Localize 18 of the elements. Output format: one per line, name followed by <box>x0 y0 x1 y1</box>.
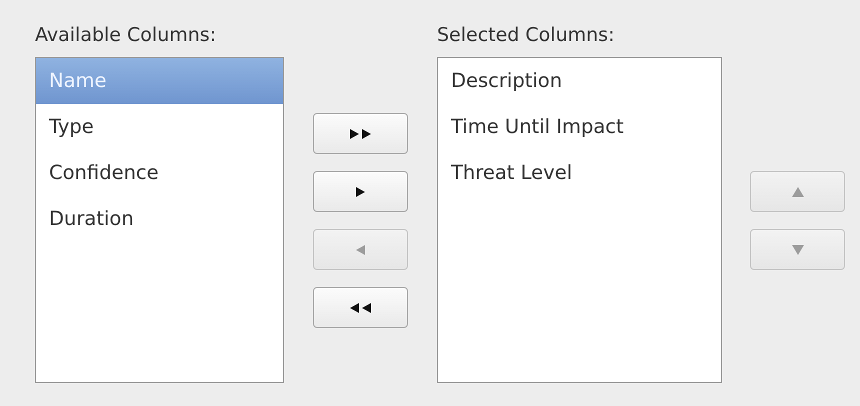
up-triangle-icon <box>792 186 804 196</box>
column-list[interactable]: Description Time Until Impact Threat Level <box>437 57 722 383</box>
double-right-triangle-icon <box>350 128 372 138</box>
list-item[interactable]: Threat Level <box>438 150 721 196</box>
down-triangle-icon <box>792 244 804 254</box>
column-list[interactable]: Name Type Confidence Duration <box>35 57 284 383</box>
list-label: Available Columns: <box>35 24 218 46</box>
list-item[interactable]: Description <box>438 58 721 104</box>
list-label: Selected Columns: <box>437 24 616 46</box>
list-item[interactable]: Time Until Impact <box>438 104 721 150</box>
list-item[interactable]: Duration <box>36 196 283 242</box>
list-item[interactable]: Confidence <box>36 150 283 196</box>
double-left-triangle-icon <box>350 302 372 312</box>
left-triangle-icon <box>356 244 366 254</box>
right-triangle-icon <box>356 186 366 196</box>
list-item[interactable]: Type <box>36 104 283 150</box>
arrow-button[interactable] <box>313 287 408 328</box>
arrow-button[interactable] <box>313 113 408 154</box>
